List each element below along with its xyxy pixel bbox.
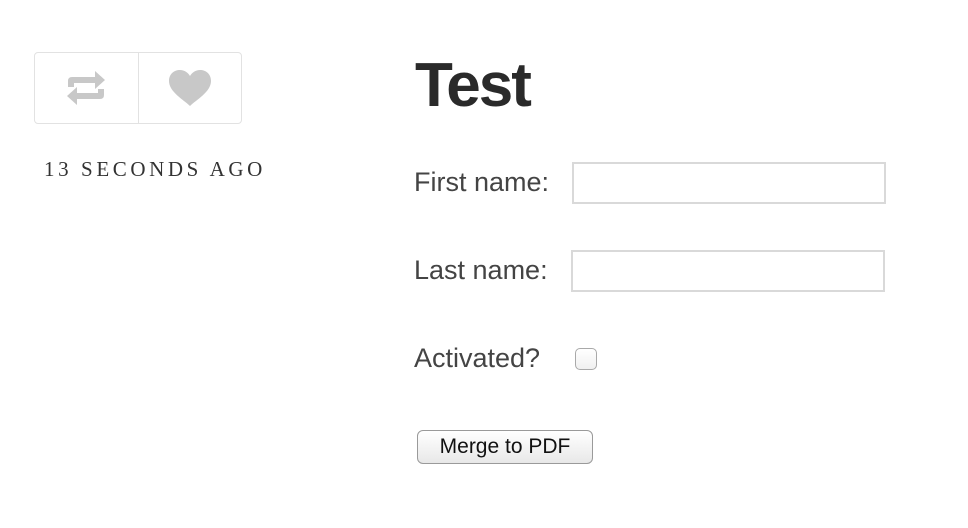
activated-checkbox[interactable]: [575, 348, 597, 370]
like-button[interactable]: [137, 53, 242, 123]
post-actions: [34, 52, 242, 124]
activated-label: Activated?: [414, 343, 541, 373]
first-name-input[interactable]: [572, 162, 886, 204]
merge-to-pdf-button[interactable]: Merge to PDF: [417, 430, 593, 464]
last-name-input[interactable]: [571, 250, 885, 292]
post-timestamp: 13 SECONDS AGO: [44, 157, 266, 181]
reblog-icon: [67, 71, 106, 105]
reblog-button[interactable]: [35, 53, 138, 123]
last-name-label: Last name:: [414, 255, 548, 285]
heart-icon: [168, 70, 211, 106]
page-title: Test: [415, 51, 532, 120]
first-name-label: First name:: [414, 167, 550, 197]
